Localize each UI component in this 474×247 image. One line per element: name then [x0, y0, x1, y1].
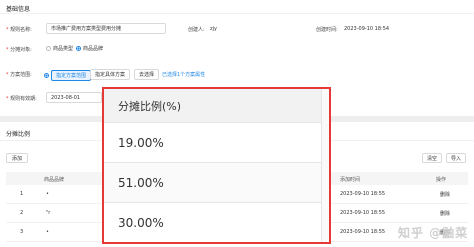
valid-period-label-text: 规则有效期	[10, 96, 36, 102]
valid-period-label: * 规则有效期:	[6, 96, 37, 102]
radio-selected-icon	[76, 46, 81, 51]
plan-scope-label: * 方案范围:	[6, 72, 32, 78]
created-time-value: 2023-09-10 18:54	[344, 26, 390, 32]
plan-scope-label-text: 方案范围	[10, 72, 31, 78]
specific-plan-chip[interactable]: 指定具体方案	[90, 69, 131, 80]
radio-product-brand-label: 商品品牌	[83, 46, 104, 52]
ratio-value-cell[interactable]: 30.00%	[104, 203, 329, 242]
row-time: 2023-09-10 18:55	[340, 229, 386, 235]
row-index: 3	[20, 229, 24, 235]
created-time-label: 创建时间:	[316, 27, 338, 33]
rule-object-label-text: 分摊对象	[10, 47, 31, 53]
creator-label-text: 创建人	[188, 27, 204, 33]
required-mark: *	[6, 72, 9, 78]
rule-object-label: * 分摊对象:	[6, 47, 32, 53]
radio-product-type-label: 商品类型	[53, 46, 74, 52]
choose-button[interactable]: 去选择	[134, 69, 160, 80]
row-brand: "r	[46, 210, 51, 216]
section-title-basic: 基础信息	[6, 6, 31, 13]
radio-plan-scope[interactable]: 指定方案范围	[44, 70, 92, 81]
clear-button[interactable]: 清空	[422, 153, 442, 163]
ratio-value-cell[interactable]: 51.00%	[104, 163, 329, 203]
row-brand: •	[46, 229, 49, 235]
add-button[interactable]: 添加	[6, 153, 28, 163]
created-time-label-text: 创建时间	[316, 27, 337, 33]
section-title-ratio: 分摊比例	[6, 131, 31, 138]
ratio-column-highlight: 分摊比例(%) 19.00% 51.00% 30.00%	[102, 87, 331, 244]
table-edge	[321, 89, 329, 242]
ratio-value-cell[interactable]: 19.00%	[104, 123, 329, 163]
row-time: 2023-09-10 18:55	[340, 191, 386, 197]
row-index: 2	[20, 210, 24, 216]
rule-name-input[interactable]: 市场推广费用方案类型费用分摊	[46, 23, 166, 34]
creator-value: zjy	[210, 26, 217, 32]
plan-scope-option: 指定方案范围	[51, 70, 92, 81]
delete-link[interactable]: 删除	[440, 210, 450, 217]
watermark: 知乎 @鼬菜	[398, 226, 469, 240]
divider	[0, 13, 474, 14]
creator-label: 创建人:	[188, 27, 205, 33]
ratio-column-header: 分摊比例(%)	[104, 89, 329, 123]
valid-period-start-input[interactable]: 2023-08-01	[46, 92, 102, 103]
radio-icon	[46, 46, 51, 51]
radio-product-type[interactable]: 商品类型	[46, 45, 73, 52]
column-header-brand: 商品品牌	[44, 177, 65, 183]
rule-name-label: * 规则名称:	[6, 27, 32, 33]
radio-product-brand[interactable]: 商品品牌	[76, 45, 103, 52]
row-time: 2023-09-10 18:55	[340, 210, 386, 216]
required-mark: *	[6, 96, 9, 102]
row-index: 1	[20, 191, 24, 197]
column-header-time: 添加时间	[340, 177, 361, 183]
rule-name-label-text: 规则名称	[10, 27, 31, 33]
column-header-action: 操作	[436, 177, 447, 183]
selected-plans-link[interactable]: 已选择1个方案属性	[162, 71, 205, 78]
delete-link[interactable]: 删除	[440, 191, 450, 198]
required-mark: *	[6, 47, 9, 53]
radio-selected-icon	[44, 73, 49, 78]
import-button[interactable]: 导入	[446, 153, 466, 163]
required-mark: *	[6, 27, 9, 33]
row-brand: •	[46, 191, 49, 197]
